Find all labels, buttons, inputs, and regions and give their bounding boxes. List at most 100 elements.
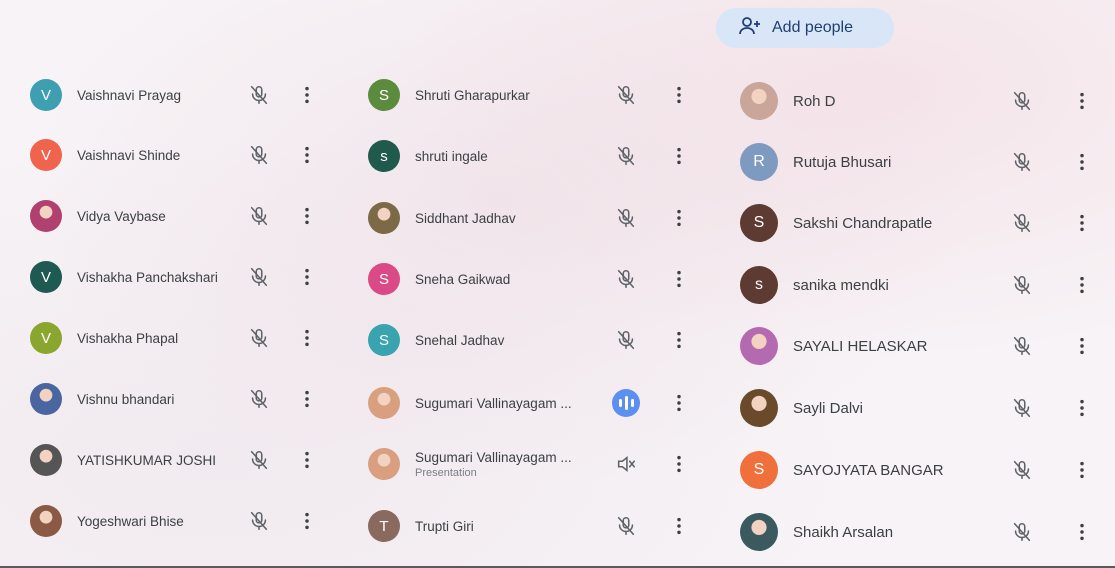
participant-name: Yogeshwari Bhise xyxy=(77,513,184,529)
mic-off-icon[interactable] xyxy=(1010,334,1034,358)
participant-name: Vidya Vaybase xyxy=(77,208,166,224)
mic-off-icon[interactable] xyxy=(614,267,638,291)
participant-name: Shaikh Arsalan xyxy=(793,523,894,541)
mic-off-icon[interactable] xyxy=(1010,89,1034,113)
more-options-icon[interactable] xyxy=(295,448,319,472)
avatar: V xyxy=(30,79,62,111)
mic-off-icon[interactable] xyxy=(614,514,638,538)
mic-off-icon[interactable] xyxy=(247,265,271,289)
more-options-icon[interactable] xyxy=(1070,458,1094,482)
mic-off-icon[interactable] xyxy=(247,83,271,107)
more-options-icon[interactable] xyxy=(295,387,319,411)
participant-name: sanika mendki xyxy=(793,276,889,294)
participant-subtitle: Presentation xyxy=(415,466,477,479)
participant-name: shruti ingale xyxy=(415,148,488,164)
mic-off-icon[interactable] xyxy=(1010,150,1034,174)
mic-off-icon[interactable] xyxy=(247,326,271,350)
participant-row[interactable]: Yogeshwari Bhise xyxy=(30,501,184,541)
more-options-icon[interactable] xyxy=(667,391,691,415)
participant-name: Vaishnavi Prayag xyxy=(77,87,182,103)
avatar-photo xyxy=(740,82,778,120)
participant-name: Trupti Giri xyxy=(415,518,474,534)
more-options-icon[interactable] xyxy=(295,143,319,167)
mic-off-icon[interactable] xyxy=(247,448,271,472)
participant-row[interactable]: V Vishakha Panchakshari xyxy=(30,257,218,297)
mic-off-icon[interactable] xyxy=(614,328,638,352)
mic-off-icon[interactable] xyxy=(1010,458,1034,482)
mic-off-icon[interactable] xyxy=(247,143,271,167)
more-options-icon[interactable] xyxy=(667,206,691,230)
more-options-icon[interactable] xyxy=(295,265,319,289)
avatar: S xyxy=(368,263,400,295)
more-options-icon[interactable] xyxy=(667,267,691,291)
mic-off-icon[interactable] xyxy=(1010,273,1034,297)
participant-name: Sugumari Vallinayagam ... xyxy=(415,449,572,465)
more-options-icon[interactable] xyxy=(667,514,691,538)
avatar: R xyxy=(740,143,778,181)
more-options-icon[interactable] xyxy=(1070,211,1094,235)
participant-row[interactable]: S SAYOJYATA BANGAR xyxy=(740,450,944,490)
avatar-photo xyxy=(740,389,778,427)
more-options-icon[interactable] xyxy=(1070,334,1094,358)
participant-row[interactable]: YATISHKUMAR JOSHI xyxy=(30,440,216,480)
participant-row[interactable]: Vidya Vaybase xyxy=(30,196,166,236)
participant-row[interactable]: Siddhant Jadhav xyxy=(368,198,516,238)
participant-row[interactable]: Sugumari Vallinayagam ... xyxy=(368,383,572,423)
avatar-photo xyxy=(30,200,62,232)
mic-off-icon[interactable] xyxy=(247,509,271,533)
participant-row[interactable]: Vishnu bhandari xyxy=(30,379,174,419)
more-options-icon[interactable] xyxy=(1070,273,1094,297)
participant-row[interactable]: SAYALI HELASKAR xyxy=(740,326,928,366)
more-options-icon[interactable] xyxy=(295,83,319,107)
avatar-photo xyxy=(30,505,62,537)
avatar-photo xyxy=(368,448,400,480)
participant-row[interactable]: T Trupti Giri xyxy=(368,506,474,546)
participant-row[interactable]: S Shruti Gharapurkar xyxy=(368,75,530,115)
more-options-icon[interactable] xyxy=(1070,396,1094,420)
avatar-photo xyxy=(740,513,778,551)
more-options-icon[interactable] xyxy=(295,326,319,350)
add-person-icon xyxy=(738,14,762,43)
more-options-icon[interactable] xyxy=(1070,520,1094,544)
participant-row[interactable]: V Vaishnavi Shinde xyxy=(30,135,180,175)
avatar: V xyxy=(30,261,62,293)
mic-off-icon[interactable] xyxy=(247,204,271,228)
participant-name: Snehal Jadhav xyxy=(415,332,505,348)
participant-row[interactable]: V Vaishnavi Prayag xyxy=(30,75,181,115)
add-people-button[interactable]: Add people xyxy=(716,8,894,48)
participant-name: Sneha Gaikwad xyxy=(415,271,511,287)
participant-row[interactable]: Sugumari Vallinayagam ... Presentation xyxy=(368,444,572,484)
participant-name: Vishakha Panchakshari xyxy=(77,269,218,285)
more-options-icon[interactable] xyxy=(1070,150,1094,174)
more-options-icon[interactable] xyxy=(1070,89,1094,113)
participant-row[interactable]: S Snehal Jadhav xyxy=(368,320,504,360)
mic-off-icon[interactable] xyxy=(614,83,638,107)
more-options-icon[interactable] xyxy=(667,452,691,476)
participant-row[interactable]: Shaikh Arsalan xyxy=(740,512,893,552)
participant-row[interactable]: s sanika mendki xyxy=(740,265,889,305)
mic-off-icon[interactable] xyxy=(614,206,638,230)
more-options-icon[interactable] xyxy=(667,144,691,168)
participant-row[interactable]: S Sakshi Chandrapatle xyxy=(740,203,932,243)
participant-row[interactable]: R Rutuja Bhusari xyxy=(740,142,891,182)
speaking-indicator-icon xyxy=(612,389,640,417)
avatar: T xyxy=(368,510,400,542)
more-options-icon[interactable] xyxy=(667,83,691,107)
participant-row[interactable]: Roh D xyxy=(740,81,836,121)
participant-row[interactable]: Sayli Dalvi xyxy=(740,388,863,428)
audio-muted-icon[interactable] xyxy=(614,452,638,476)
participant-row[interactable]: S Sneha Gaikwad xyxy=(368,259,510,299)
mic-off-icon[interactable] xyxy=(1010,520,1034,544)
mic-off-icon[interactable] xyxy=(1010,211,1034,235)
participant-row[interactable]: s shruti ingale xyxy=(368,136,488,176)
avatar: s xyxy=(368,140,400,172)
more-options-icon[interactable] xyxy=(295,204,319,228)
more-options-icon[interactable] xyxy=(667,328,691,352)
participant-name: SAYOJYATA BANGAR xyxy=(793,461,944,479)
more-options-icon[interactable] xyxy=(295,509,319,533)
mic-off-icon[interactable] xyxy=(1010,396,1034,420)
mic-off-icon[interactable] xyxy=(614,144,638,168)
avatar: S xyxy=(740,204,778,242)
mic-off-icon[interactable] xyxy=(247,387,271,411)
participant-row[interactable]: V Vishakha Phapal xyxy=(30,318,178,358)
